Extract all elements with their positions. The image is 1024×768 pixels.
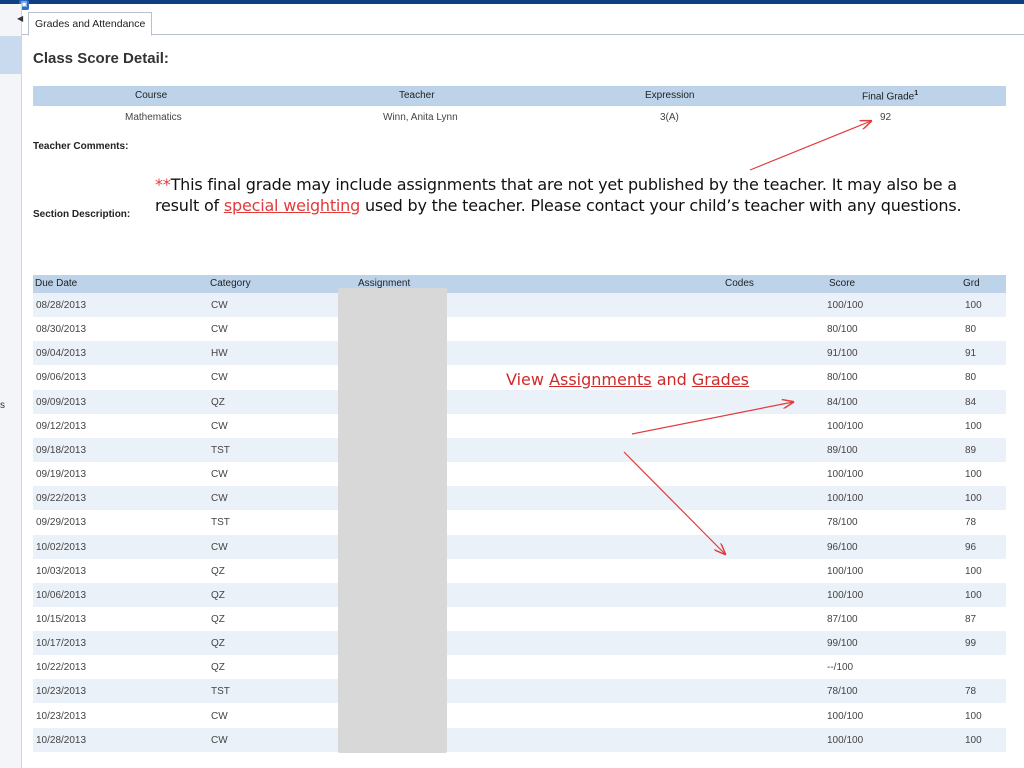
annotation-arrows	[623, 0, 1024, 768]
arrow-to-rows	[623, 451, 725, 554]
arrow-to-final-grade	[749, 121, 871, 171]
arrow-to-score	[631, 402, 793, 435]
